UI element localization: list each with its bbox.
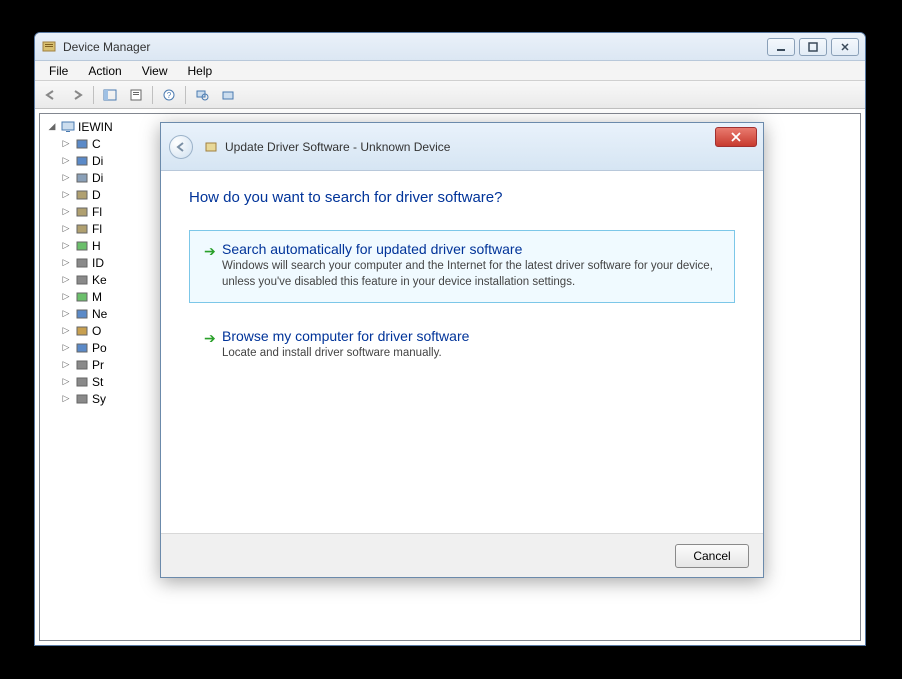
expand-icon[interactable]: ▷ xyxy=(60,359,72,370)
menu-file[interactable]: File xyxy=(39,62,78,80)
wizard-body: How do you want to search for driver sof… xyxy=(161,171,763,533)
update-button[interactable] xyxy=(216,84,240,106)
forward-button[interactable] xyxy=(65,84,89,106)
properties-button[interactable] xyxy=(124,84,148,106)
expand-icon[interactable]: ▷ xyxy=(60,325,72,336)
category-icon xyxy=(74,375,90,389)
category-icon xyxy=(74,392,90,406)
category-icon xyxy=(74,188,90,202)
svg-text:?: ? xyxy=(167,91,172,100)
devmgr-title: Device Manager xyxy=(63,40,767,54)
category-icon xyxy=(74,205,90,219)
category-icon xyxy=(74,324,90,338)
expand-icon[interactable]: ▷ xyxy=(60,376,72,387)
wizard-close-button[interactable] xyxy=(715,127,757,147)
show-hide-tree-button[interactable] xyxy=(98,84,122,106)
expand-icon[interactable]: ▷ xyxy=(60,138,72,149)
category-icon xyxy=(74,273,90,287)
tree-node-label: Pr xyxy=(92,358,104,372)
tree-node-label: D xyxy=(92,188,101,202)
update-driver-wizard: Update Driver Software - Unknown Device … xyxy=(160,122,764,578)
wizard-footer: Cancel xyxy=(161,533,763,577)
tree-node-label: M xyxy=(92,290,102,304)
computer-icon xyxy=(60,120,76,134)
window-controls xyxy=(767,38,859,56)
tree-node-label: Ne xyxy=(92,307,107,321)
category-icon xyxy=(74,137,90,151)
category-icon xyxy=(74,358,90,372)
minimize-button[interactable] xyxy=(767,38,795,56)
tree-node-label: O xyxy=(92,324,101,338)
expand-icon[interactable]: ▷ xyxy=(60,308,72,319)
expand-icon[interactable]: ▷ xyxy=(60,291,72,302)
category-icon xyxy=(74,307,90,321)
category-icon xyxy=(74,290,90,304)
arrow-icon: ➔ xyxy=(204,328,222,362)
tree-node-label: H xyxy=(92,239,101,253)
devmgr-titlebar: Device Manager xyxy=(35,33,865,61)
arrow-icon: ➔ xyxy=(204,241,222,290)
collapse-icon[interactable]: ◢ xyxy=(46,121,58,132)
devmgr-toolbar: ? xyxy=(35,81,865,109)
tree-node-label: Sy xyxy=(92,392,106,406)
menu-help[interactable]: Help xyxy=(178,62,223,80)
device-icon xyxy=(203,139,219,155)
tree-node-label: C xyxy=(92,137,101,151)
tree-node-label: St xyxy=(92,375,103,389)
option-browse-computer[interactable]: ➔ Browse my computer for driver software… xyxy=(189,317,735,375)
expand-icon[interactable]: ▷ xyxy=(60,274,72,285)
scan-button[interactable] xyxy=(190,84,214,106)
option-title: Browse my computer for driver software xyxy=(222,328,720,344)
expand-icon[interactable]: ▷ xyxy=(60,206,72,217)
devmgr-icon xyxy=(41,39,57,55)
option-desc: Windows will search your computer and th… xyxy=(222,259,720,290)
wizard-question: How do you want to search for driver sof… xyxy=(189,189,735,206)
tree-node-label: Ke xyxy=(92,273,107,287)
option-search-automatically[interactable]: ➔ Search automatically for updated drive… xyxy=(189,230,735,303)
close-button[interactable] xyxy=(831,38,859,56)
menu-action[interactable]: Action xyxy=(78,62,131,80)
tree-node-label: Po xyxy=(92,341,107,355)
category-icon xyxy=(74,239,90,253)
expand-icon[interactable]: ▷ xyxy=(60,393,72,404)
tree-root-label: IEWIN xyxy=(78,120,113,134)
tree-node-label: Di xyxy=(92,171,103,185)
category-icon xyxy=(74,341,90,355)
back-button[interactable] xyxy=(39,84,63,106)
devmgr-menubar: File Action View Help xyxy=(35,61,865,81)
maximize-button[interactable] xyxy=(799,38,827,56)
menu-view[interactable]: View xyxy=(132,62,178,80)
expand-icon[interactable]: ▷ xyxy=(60,240,72,251)
wizard-back-button xyxy=(169,135,193,159)
help-button[interactable]: ? xyxy=(157,84,181,106)
wizard-header: Update Driver Software - Unknown Device xyxy=(161,123,763,171)
expand-icon[interactable]: ▷ xyxy=(60,342,72,353)
expand-icon[interactable]: ▷ xyxy=(60,189,72,200)
tree-node-label: Fl xyxy=(92,222,102,236)
expand-icon[interactable]: ▷ xyxy=(60,172,72,183)
cancel-button[interactable]: Cancel xyxy=(675,544,749,568)
option-title: Search automatically for updated driver … xyxy=(222,241,720,257)
tree-node-label: ID xyxy=(92,256,104,270)
wizard-title: Update Driver Software - Unknown Device xyxy=(225,140,450,154)
category-icon xyxy=(74,222,90,236)
expand-icon[interactable]: ▷ xyxy=(60,257,72,268)
option-desc: Locate and install driver software manua… xyxy=(222,346,720,362)
tree-node-label: Di xyxy=(92,154,103,168)
expand-icon[interactable]: ▷ xyxy=(60,223,72,234)
category-icon xyxy=(74,171,90,185)
tree-node-label: Fl xyxy=(92,205,102,219)
category-icon xyxy=(74,256,90,270)
expand-icon[interactable]: ▷ xyxy=(60,155,72,166)
category-icon xyxy=(74,154,90,168)
